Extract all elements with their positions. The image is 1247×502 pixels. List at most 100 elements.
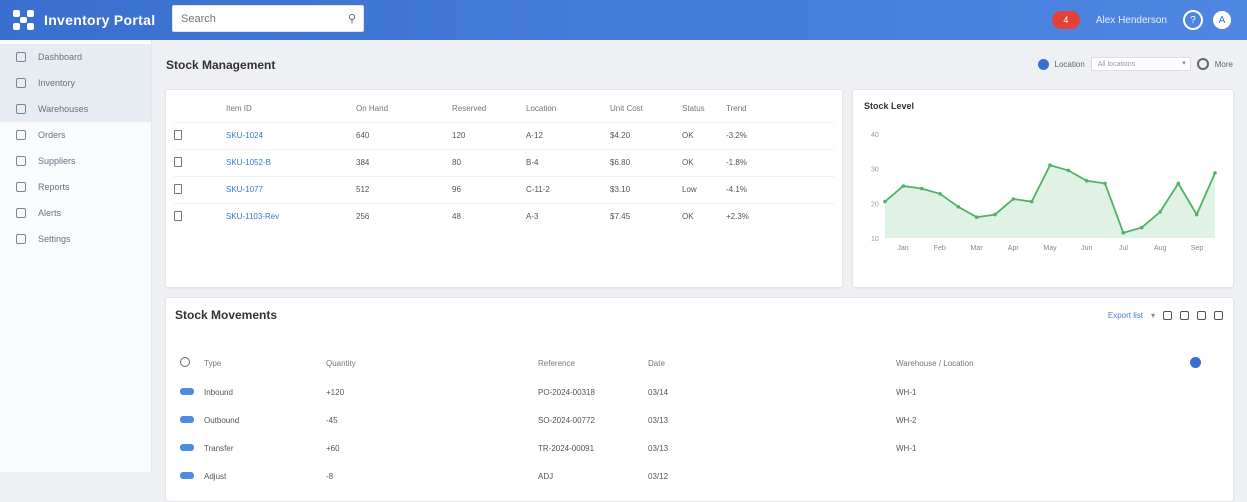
- data-point[interactable]: [1158, 210, 1162, 214]
- sidebar-item-alerts[interactable]: Alerts: [0, 200, 151, 226]
- series-area: [885, 165, 1215, 238]
- column-header[interactable]: Warehouse / Location: [896, 348, 1190, 378]
- search-icon[interactable]: ⚲: [341, 12, 363, 25]
- column-header[interactable]: On Hand: [356, 96, 452, 122]
- table-cell: PO-2024-00318: [538, 387, 595, 397]
- sidebar-item-label: Orders: [38, 130, 66, 140]
- data-point[interactable]: [1121, 231, 1126, 235]
- column-header[interactable]: Status: [682, 96, 726, 122]
- location-select[interactable]: All locations ▾: [1090, 57, 1191, 71]
- filter-icon[interactable]: [1163, 311, 1172, 320]
- location-icon: [1037, 58, 1049, 70]
- sidebar-item-dashboard[interactable]: Dashboard: [0, 44, 151, 70]
- sidebar-item-reports[interactable]: Reports: [0, 174, 151, 200]
- sidebar-item-suppliers[interactable]: Suppliers: [0, 148, 151, 174]
- sidebar-item-settings[interactable]: Settings: [0, 226, 151, 252]
- table-row[interactable]: SKU-1052-B 384 80 B-4 $6.80 OK -1.8%: [174, 148, 834, 176]
- table-cell: Transfer: [204, 443, 234, 453]
- filter-label: Location: [1054, 59, 1085, 69]
- refresh-icon[interactable]: [1197, 311, 1206, 320]
- table-cell: SO-2024-00772: [538, 415, 595, 425]
- data-point[interactable]: [956, 205, 961, 209]
- data-point[interactable]: [1048, 163, 1052, 167]
- y-tick-label: 30: [871, 167, 879, 174]
- movements-title: Stock Movements: [175, 308, 278, 322]
- column-header[interactable]: Type: [204, 348, 326, 378]
- sidebar-item-inventory[interactable]: Inventory: [0, 70, 151, 96]
- column-header[interactable]: Unit Cost: [610, 96, 682, 122]
- gear-icon[interactable]: [1196, 58, 1209, 70]
- table-cell: 512: [356, 175, 452, 203]
- search-input[interactable]: [173, 6, 341, 31]
- chevron-down-icon[interactable]: ▾: [1151, 311, 1155, 320]
- data-point[interactable]: [938, 192, 942, 196]
- item-link[interactable]: SKU-1103-Rev: [226, 212, 279, 221]
- status-badge: OK: [682, 148, 726, 176]
- item-link[interactable]: SKU-1077: [226, 185, 263, 194]
- document-icon: [174, 156, 182, 167]
- column-header[interactable]: Trend: [726, 96, 834, 122]
- column-header[interactable]: Reserved: [452, 96, 526, 122]
- settings-icon[interactable]: [180, 357, 190, 367]
- table-row[interactable]: Transfer +60 TR-2024-00091 03/13 WH-1: [180, 434, 1220, 462]
- settings-label[interactable]: More: [1215, 60, 1233, 69]
- data-point[interactable]: [1011, 197, 1016, 201]
- movement-type-icon: [180, 387, 194, 395]
- trend-value: -3.2%: [726, 121, 834, 149]
- data-point[interactable]: [901, 184, 906, 188]
- data-point[interactable]: [883, 199, 887, 204]
- table-row[interactable]: Adjust -8 ADJ 03/12: [180, 462, 1220, 490]
- data-point[interactable]: [1213, 171, 1217, 175]
- trend-value: -4.1%: [726, 175, 834, 203]
- fullscreen-icon[interactable]: [1214, 311, 1223, 320]
- document-icon: [174, 129, 182, 140]
- inventory-icon: [16, 78, 26, 88]
- reports-icon: [16, 182, 26, 192]
- data-point[interactable]: [1194, 212, 1199, 217]
- item-link[interactable]: SKU-1024: [226, 131, 263, 140]
- item-link[interactable]: SKU-1052-B: [226, 158, 271, 167]
- table-row[interactable]: Inbound +120 PO-2024-00318 03/14 WH-1: [180, 378, 1220, 406]
- x-tick-label: Aug: [1154, 245, 1167, 252]
- column-header[interactable]: Date: [648, 348, 896, 378]
- table-row[interactable]: SKU-1077 512 96 C-11-2 $3.10 Low -4.1%: [174, 175, 834, 203]
- data-point[interactable]: [919, 186, 924, 191]
- data-point[interactable]: [1176, 181, 1181, 186]
- table-row[interactable]: SKU-1024 640 120 A-12 $4.20 OK -3.2%: [174, 121, 834, 149]
- data-point[interactable]: [993, 212, 997, 217]
- page-toolbar: Location All locations ▾ More: [1037, 57, 1233, 71]
- table-cell: 256: [356, 202, 452, 230]
- user-name[interactable]: Alex Henderson: [1096, 15, 1167, 26]
- table-row[interactable]: Outbound -45 SO-2024-00772 03/13 WH-2: [180, 406, 1220, 434]
- table-cell: 96: [452, 175, 526, 203]
- table-cell: $7.45: [610, 202, 682, 230]
- column-header[interactable]: Location: [526, 96, 610, 122]
- x-tick-label: Feb: [934, 245, 946, 252]
- add-column-icon[interactable]: [1190, 356, 1201, 368]
- app-logo[interactable]: Inventory Portal: [12, 8, 172, 32]
- export-link[interactable]: Export list: [1108, 311, 1143, 320]
- data-point[interactable]: [1139, 225, 1144, 230]
- notification-bell-icon[interactable]: 4: [1051, 11, 1080, 29]
- data-point[interactable]: [1084, 179, 1089, 183]
- chart-card: Stock Level 40 30 20 10 Jan Feb Mar Apr May Jun Ju…: [852, 89, 1234, 288]
- table-cell: -8: [326, 471, 334, 481]
- sidebar-item-warehouses[interactable]: Warehouses: [0, 96, 151, 122]
- data-point[interactable]: [1029, 199, 1034, 204]
- table-row[interactable]: SKU-1103-Rev 256 48 A-3 $7.45 OK +2.3%: [174, 202, 834, 230]
- data-point[interactable]: [1066, 168, 1071, 173]
- avatar[interactable]: A: [1213, 11, 1231, 29]
- column-header[interactable]: Quantity: [326, 348, 538, 378]
- sidebar-item-label: Inventory: [38, 78, 76, 88]
- column-header[interactable]: Reference: [538, 348, 648, 378]
- settings-icon: [16, 234, 26, 244]
- column-header[interactable]: Item ID: [226, 96, 356, 122]
- data-point[interactable]: [974, 215, 979, 219]
- status-badge: Low: [682, 175, 726, 203]
- warehouse-icon: [16, 104, 26, 114]
- columns-icon[interactable]: [1180, 311, 1189, 320]
- sidebar-item-orders[interactable]: Orders: [0, 122, 151, 148]
- table-cell: [896, 462, 1190, 490]
- data-point[interactable]: [1103, 181, 1107, 186]
- help-icon[interactable]: ?: [1183, 10, 1203, 30]
